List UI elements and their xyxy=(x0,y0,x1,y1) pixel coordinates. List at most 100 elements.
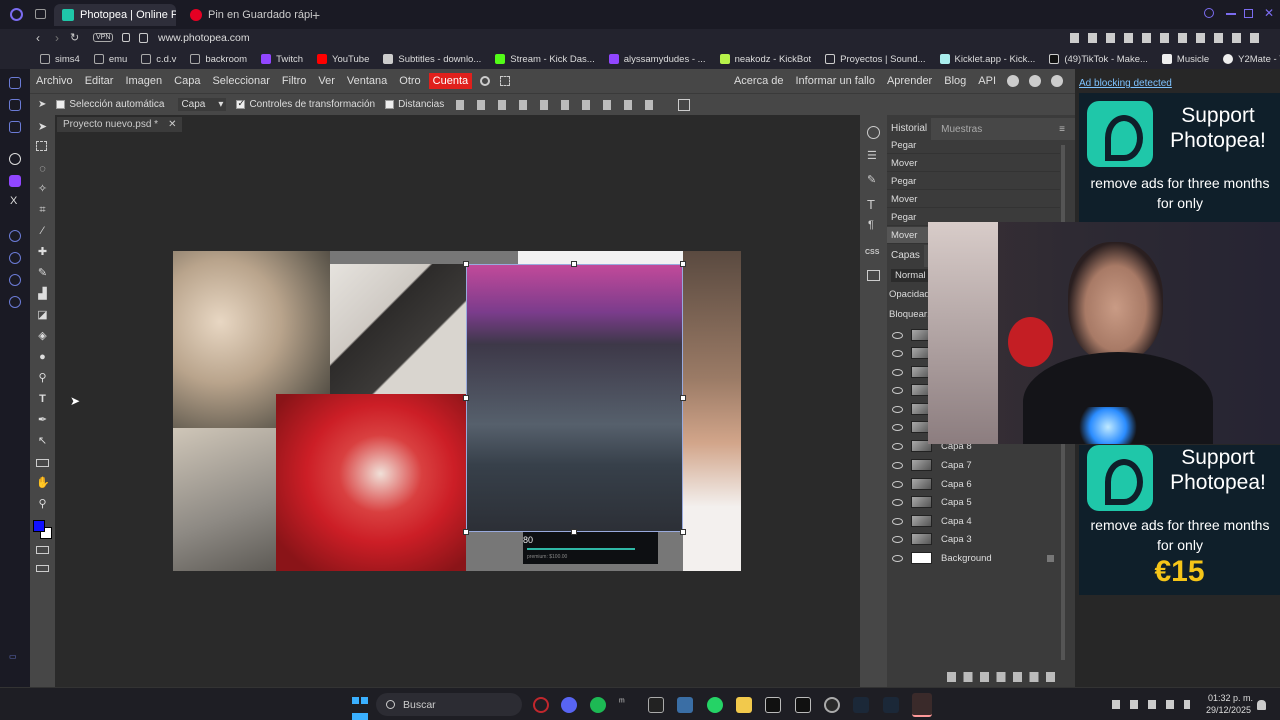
brush-settings-icon[interactable]: ✎ xyxy=(867,173,876,186)
windows-start-icon[interactable] xyxy=(352,697,368,713)
workspaces-icon[interactable] xyxy=(35,9,46,19)
extensions-icon[interactable] xyxy=(1070,33,1260,43)
plus-icon[interactable]: + xyxy=(312,7,320,23)
eyedropper-tool-icon[interactable]: ⁄ xyxy=(36,225,49,238)
eye-icon[interactable] xyxy=(892,498,903,506)
back-icon[interactable]: ‹ xyxy=(36,31,40,45)
maximize-icon[interactable] xyxy=(1244,9,1253,18)
transform-handle[interactable] xyxy=(463,261,469,267)
ad-blocking-notice[interactable]: Ad blocking detected xyxy=(1079,78,1172,89)
stamp-tool-icon[interactable]: ▟ xyxy=(36,288,49,301)
brush-tool-icon[interactable]: ✎ xyxy=(36,267,49,280)
chatgpt-icon[interactable] xyxy=(9,153,21,165)
steam-icon[interactable] xyxy=(883,697,899,713)
capcut-icon[interactable] xyxy=(765,697,781,713)
shape-tool-icon[interactable] xyxy=(36,459,49,467)
collage-cash-pile-photo[interactable] xyxy=(173,428,276,571)
taskbar-search-box[interactable]: Buscar xyxy=(376,693,522,716)
discord-icon[interactable] xyxy=(561,697,577,713)
hand-tool-icon[interactable]: ✋ xyxy=(36,477,50,490)
transform-handle[interactable] xyxy=(680,261,686,267)
collage-receipt-block[interactable]: 80 premium: $100.00 xyxy=(523,532,658,564)
info-icon[interactable] xyxy=(867,126,880,139)
app-icon[interactable] xyxy=(795,697,811,713)
eye-icon[interactable] xyxy=(892,517,903,525)
pen-tool-icon[interactable]: ✒ xyxy=(36,414,49,427)
adjustments-icon[interactable]: ☰ xyxy=(867,149,877,162)
bookmark-item[interactable]: Subtitles - downlo... xyxy=(383,54,481,65)
app-icon[interactable]: ᵐ xyxy=(619,697,635,713)
close-icon[interactable]: ✕ xyxy=(1264,6,1274,20)
sidebar-toggle-icon[interactable]: ▭ xyxy=(9,652,17,661)
eye-icon[interactable] xyxy=(892,386,903,394)
calculator-icon[interactable] xyxy=(677,697,693,713)
eye-icon[interactable] xyxy=(892,349,903,357)
menu-blog[interactable]: Blog xyxy=(944,75,966,87)
menu-editar[interactable]: Editar xyxy=(85,75,114,87)
whatsapp-icon[interactable] xyxy=(707,697,723,713)
x-icon[interactable]: X xyxy=(10,195,17,207)
auto-select-checkbox[interactable] xyxy=(56,100,66,109)
twitch-icon[interactable] xyxy=(9,175,21,187)
menu-seleccionar[interactable]: Seleccionar xyxy=(212,75,269,87)
eraser-tool-icon[interactable]: ◪ xyxy=(36,309,49,322)
epic-games-icon[interactable] xyxy=(648,697,664,713)
lasso-tool-icon[interactable]: ◌ xyxy=(36,163,49,176)
bookmark-item[interactable]: alyssamydudes - ... xyxy=(608,54,706,65)
bookmark-item[interactable]: YouTube xyxy=(317,54,369,65)
settings-icon[interactable] xyxy=(9,296,21,308)
arrange-icon[interactable] xyxy=(678,98,691,111)
menu-archivo[interactable]: Archivo xyxy=(36,75,73,87)
menu-about[interactable]: Acerca de xyxy=(734,75,784,87)
menu-ventana[interactable]: Ventana xyxy=(347,75,387,87)
layer-row[interactable]: Capa 4 xyxy=(887,512,1060,530)
bookmark-item[interactable]: Musicle xyxy=(1161,54,1209,65)
layer-row[interactable]: Capa 3 xyxy=(887,530,1060,548)
collage-posters-photo[interactable] xyxy=(330,264,466,414)
move-tool-icon[interactable]: ➤ xyxy=(36,121,49,134)
distances-checkbox[interactable] xyxy=(385,100,395,109)
marquee-tool-icon[interactable] xyxy=(36,141,47,151)
menu-otro[interactable]: Otro xyxy=(399,75,420,87)
menu-ver[interactable]: Ver xyxy=(318,75,335,87)
character-icon[interactable]: T xyxy=(867,197,875,212)
layer-row[interactable]: Capa 6 xyxy=(887,475,1060,493)
move-tool-icon[interactable]: ➤ xyxy=(38,99,46,110)
bookmark-item[interactable]: sims4 xyxy=(40,54,80,65)
account-button[interactable]: Cuenta xyxy=(428,73,473,89)
eye-icon[interactable] xyxy=(892,405,903,413)
tab-capas[interactable]: Capas xyxy=(887,245,924,267)
search-tabs-icon[interactable] xyxy=(1204,8,1214,18)
zoom-tool-icon[interactable]: ⚲ xyxy=(36,498,49,511)
facebook-icon[interactable] xyxy=(1051,75,1063,87)
eye-icon[interactable] xyxy=(892,461,903,469)
layer-row[interactable]: Background xyxy=(887,549,1060,567)
auto-select-dropdown[interactable]: Capa ▾ xyxy=(178,98,227,111)
tab-pinterest[interactable]: Pin en Guardado rápido xyxy=(182,4,312,26)
eye-icon[interactable] xyxy=(892,423,903,431)
healing-brush-tool-icon[interactable]: ✚ xyxy=(36,246,49,259)
twitter-icon[interactable] xyxy=(1029,75,1041,87)
menu-filtro[interactable]: Filtro xyxy=(282,75,306,87)
spotify-icon[interactable] xyxy=(590,697,606,713)
opera-icon[interactable] xyxy=(533,697,549,713)
align-icons[interactable] xyxy=(456,99,667,110)
menu-capa[interactable]: Capa xyxy=(174,75,200,87)
obs-icon[interactable] xyxy=(824,697,840,713)
history-step[interactable]: Mover xyxy=(887,155,1060,172)
transform-handle[interactable] xyxy=(463,529,469,535)
paragraph-icon[interactable]: ¶ xyxy=(868,219,874,231)
close-icon[interactable]: ✕ xyxy=(168,119,176,130)
reload-icon[interactable]: ↻ xyxy=(70,31,79,44)
site-info-icon[interactable] xyxy=(139,33,148,43)
layer-row[interactable]: Capa 5 xyxy=(887,493,1060,511)
eye-icon[interactable] xyxy=(892,331,903,339)
dodge-tool-icon[interactable]: ⚲ xyxy=(36,372,49,385)
sidebar-app-icon[interactable] xyxy=(9,77,21,89)
ad-banner-bottom[interactable]: Support Photopea! remove ads for three m… xyxy=(1079,445,1280,595)
crop-tool-icon[interactable]: ⌗ xyxy=(36,204,49,217)
history-step[interactable]: Mover xyxy=(887,191,1060,208)
bucket-tool-icon[interactable]: ◈ xyxy=(36,330,49,343)
file-explorer-icon[interactable] xyxy=(736,697,752,713)
search-icon[interactable] xyxy=(480,76,491,86)
